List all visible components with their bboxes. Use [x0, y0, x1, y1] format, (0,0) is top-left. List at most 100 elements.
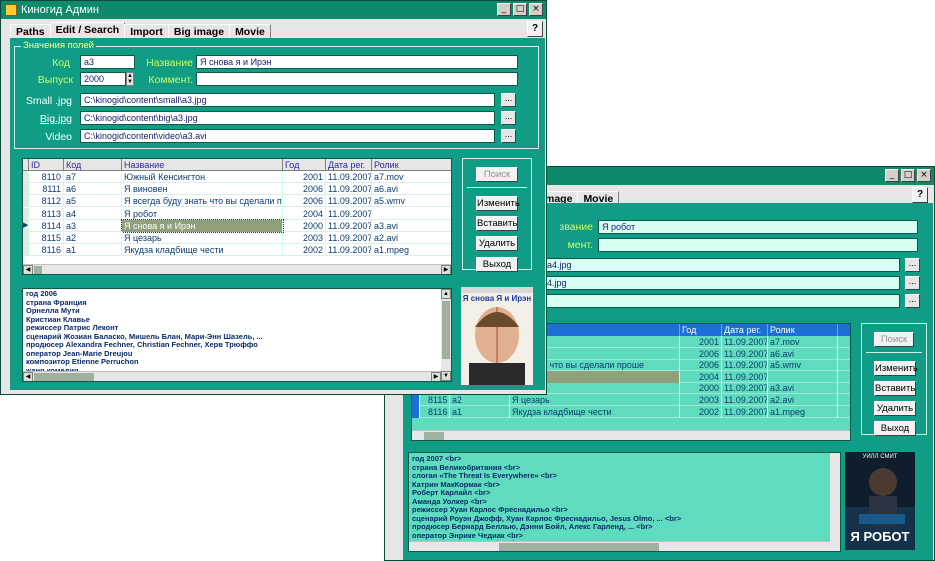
table-cell[interactable]: Я цезарь	[122, 232, 283, 244]
big-jpg-field[interactable]: 4.jpg	[543, 276, 900, 290]
year-field[interactable]: 2000	[80, 72, 126, 86]
close-icon[interactable]: ×	[529, 3, 543, 16]
table-cell[interactable]: 8114	[29, 219, 64, 232]
table-cell[interactable]: a1	[450, 405, 510, 418]
table-cell[interactable]: 11.09.2007	[326, 195, 372, 208]
row-indicator[interactable]	[412, 405, 420, 418]
memo2-hscroll[interactable]	[409, 541, 830, 551]
maximize-icon[interactable]: □	[513, 3, 527, 16]
tab-paths[interactable]: Paths	[10, 24, 51, 39]
table-cell[interactable]: 2006	[680, 359, 722, 372]
table-cell[interactable]: 2006	[283, 195, 326, 208]
table-row[interactable]: 8116 a1 Якудза кладбище чести 2002 11.09.200…	[23, 244, 451, 257]
table-cell[interactable]: 8115	[426, 394, 450, 406]
table-cell[interactable]: a7	[64, 171, 122, 183]
minimize-icon[interactable]: _	[885, 169, 899, 182]
window1-titlebar[interactable]: Киногид Админ	[1, 1, 546, 19]
table-row[interactable]: 8112 a5 Я всегда буду знать что вы сделали…	[23, 195, 451, 208]
table-cell[interactable]: Я цезарь	[510, 394, 680, 406]
table-cell[interactable]: a4	[64, 207, 122, 220]
table-row[interactable]: 8115 a2 Я цезарь 2003 11.09.2007 a2.avi	[23, 232, 451, 244]
browse-video-button[interactable]: ...	[501, 129, 516, 143]
table-cell[interactable]: a5.wmv	[372, 195, 451, 207]
table-cell[interactable]: 11.09.2007	[722, 336, 768, 348]
table-cell[interactable]: 2002	[680, 405, 722, 418]
movies-grid[interactable]: ID Код Название Год Дата рег. Ролик 8110…	[22, 158, 452, 275]
table-cell[interactable]: 8116	[29, 244, 64, 257]
table-cell[interactable]: 11.09.2007	[326, 183, 372, 196]
comment-field[interactable]	[598, 238, 918, 252]
browse-small-button[interactable]: ...	[501, 93, 516, 107]
video-field[interactable]: C:\kinogid\content\video\a3.avi	[80, 129, 495, 143]
table-cell[interactable]: Якудза кладбище чести	[510, 405, 680, 418]
table-cell[interactable]: 2000	[680, 382, 722, 395]
table-cell[interactable]: a1.mpeg	[372, 244, 451, 256]
search-button[interactable]: Поиск	[476, 167, 518, 182]
table-cell[interactable]: a6.avi	[768, 347, 838, 360]
table-cell[interactable]: a1	[64, 244, 122, 257]
memo-vscroll[interactable]: ▲ ▼	[441, 289, 451, 381]
table-cell[interactable]: a6.avi	[372, 183, 451, 195]
table-row[interactable]: 8110 a7 Южный Кенсингтон 2001 11.09.2007 a7.m…	[23, 171, 451, 183]
table-row[interactable]: 8113 a4 Я робот 2004 11.09.2007	[23, 207, 451, 220]
big-jpg-field[interactable]: C:\kinogid\content\big\a3.jpg	[80, 111, 495, 125]
grid-header-year[interactable]: Год	[283, 159, 326, 171]
browse-video-button[interactable]: ...	[905, 294, 920, 308]
grid-header[interactable]: Год	[680, 324, 722, 336]
table-cell[interactable]: 2003	[283, 232, 326, 244]
edit-button[interactable]: Изменить	[476, 196, 520, 211]
browse-small-button[interactable]: ...	[905, 258, 920, 272]
scroll-right-icon[interactable]: ▶	[441, 265, 451, 274]
table-cell[interactable]: a2.avi	[372, 232, 451, 244]
table-cell[interactable]: 2002	[283, 244, 326, 257]
scroll-left-icon[interactable]: ◀	[23, 265, 33, 274]
grid-header-code[interactable]: Код	[64, 159, 122, 171]
exit-button[interactable]: Выход	[874, 421, 916, 436]
movie-description-memo-2[interactable]: год 2007 <br> страна Великобритания <br> с…	[408, 452, 841, 552]
year-spinner[interactable]: ▲ ▼	[126, 72, 134, 86]
table-cell[interactable]: 11.09.2007	[326, 244, 372, 257]
row-indicator[interactable]	[412, 394, 420, 406]
maximize-icon[interactable]: □	[901, 169, 915, 182]
table-cell[interactable]: 11.09.2007	[722, 394, 768, 406]
table-cell[interactable]: Я снова я и Ирэн	[121, 218, 284, 233]
table-cell[interactable]: a2	[450, 394, 510, 406]
table-cell[interactable]: a7.mov	[768, 336, 838, 348]
insert-button[interactable]: Вставить	[874, 381, 916, 396]
grid1-hscroll[interactable]: ◀ ▶	[23, 264, 451, 274]
table-cell[interactable]	[372, 208, 451, 220]
grid-header[interactable]: Ролик	[768, 324, 838, 336]
table-cell[interactable]: 11.09.2007	[722, 405, 768, 418]
table-cell[interactable]: 2003	[680, 394, 722, 406]
movie-description-memo[interactable]: год 2006 страна Франция Орнелла Мути Кристи…	[22, 288, 452, 382]
table-cell[interactable]: a5	[64, 195, 122, 208]
delete-button[interactable]: Удалить	[874, 401, 916, 416]
table-cell[interactable]: Якудза кладбище чести	[122, 244, 283, 257]
grid-header-date[interactable]: Дата рег.	[326, 159, 372, 171]
tab-import[interactable]: Import	[124, 24, 169, 39]
table-cell[interactable]: Я робот	[122, 207, 283, 220]
minimize-icon[interactable]: _	[497, 3, 511, 16]
insert-button[interactable]: Вставить	[476, 216, 518, 231]
table-cell[interactable]: a5.wmv	[768, 359, 838, 372]
edit-button[interactable]: Изменить	[874, 361, 918, 376]
table-cell[interactable]: 11.09.2007	[722, 359, 768, 372]
table-cell[interactable]: 11.09.2007	[326, 171, 372, 183]
video-field[interactable]	[543, 294, 900, 308]
title-field[interactable]: Я робот	[598, 220, 918, 234]
delete-button[interactable]: Удалить	[476, 236, 518, 251]
table-cell[interactable]: 2006	[680, 347, 722, 360]
grid-header[interactable]: Дата рег.	[722, 324, 768, 336]
table-cell[interactable]: 8110	[29, 171, 64, 183]
table-row[interactable]: 8115 a2 Я цезарь 2003 11.09.2007 a2.avi	[412, 394, 850, 406]
table-row[interactable]: 8116 a1 Якудза кладбище чести 2002 11.09.200…	[412, 405, 850, 418]
table-cell[interactable]: 8113	[29, 207, 64, 220]
table-row[interactable]: ▶ 8114 a3 Я снова я и Ирэн 2000 11.09.2007 a3.…	[23, 218, 451, 233]
table-cell[interactable]: 11.09.2007	[326, 207, 372, 220]
table-cell[interactable]: Я всегда буду знать что вы сделали прошл…	[122, 195, 283, 208]
label-big-jpg[interactable]: Big.jpg	[20, 113, 72, 125]
grid2-hscroll[interactable]	[412, 430, 850, 440]
browse-big-button[interactable]: ...	[501, 111, 516, 125]
table-row[interactable]: 8111 a6 Я виновен 2006 11.09.2007 a6.avi	[23, 183, 451, 196]
table-cell[interactable]: a7.mov	[372, 171, 451, 183]
